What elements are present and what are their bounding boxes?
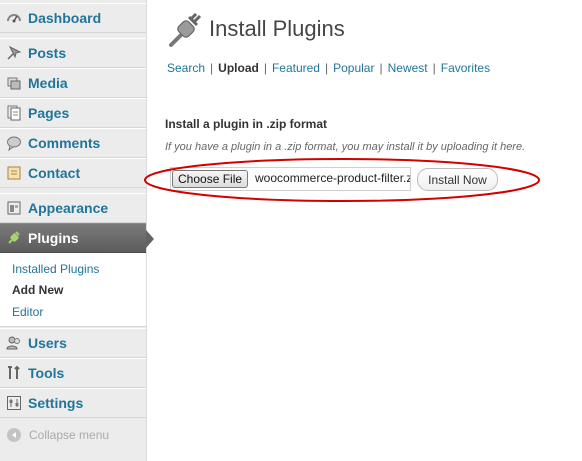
upload-description: If you have a plugin in a .zip format, y…: [165, 141, 526, 153]
menu-item-media[interactable]: Media: [0, 68, 146, 98]
tab-newest[interactable]: Newest: [388, 61, 428, 75]
submenu-installed-plugins[interactable]: Installed Plugins: [12, 262, 99, 276]
menu-item-appearance[interactable]: Appearance: [0, 193, 146, 223]
menu-label-settings: Settings: [28, 395, 84, 411]
upload-heading: Install a plugin in .zip format: [165, 117, 328, 131]
admin-sidebar: Dashboard Posts Media Pages Comments Con…: [0, 0, 154, 461]
users-icon: [6, 335, 22, 351]
collapse-menu-label: Collapse menu: [29, 428, 110, 442]
submenu-editor[interactable]: Editor: [12, 305, 43, 319]
menu-item-posts[interactable]: Posts: [0, 38, 146, 68]
menu-label-comments: Comments: [28, 135, 101, 151]
dashboard-icon: [6, 10, 22, 26]
page-title: Install Plugins: [209, 16, 345, 41]
menu-item-pages[interactable]: Pages: [0, 98, 146, 128]
menu-item-settings[interactable]: Settings: [0, 388, 146, 418]
menu-item-dashboard[interactable]: Dashboard: [0, 3, 146, 33]
menu-label-media: Media: [28, 75, 68, 91]
tab-search[interactable]: Search: [167, 61, 205, 75]
settings-icon: [6, 395, 22, 411]
menu-label-contact: Contact: [28, 165, 81, 181]
submenu-add-new[interactable]: Add New: [12, 283, 63, 297]
menu-label-posts: Posts: [28, 45, 67, 61]
media-icon: [6, 75, 22, 91]
menu-label-dashboard: Dashboard: [28, 10, 102, 26]
menu-label-plugins: Plugins: [28, 230, 79, 246]
comments-icon: [6, 135, 22, 151]
menu-label-appearance: Appearance: [28, 200, 109, 216]
annotation-red-ellipse: [144, 158, 540, 202]
plugin-plug-icon: [167, 12, 203, 49]
menu-label-users: Users: [28, 335, 67, 351]
menu-item-contact[interactable]: Contact: [0, 158, 146, 188]
tab-featured[interactable]: Featured: [272, 61, 320, 75]
appearance-icon: [6, 200, 22, 216]
collapse-menu-button[interactable]: Collapse menu: [0, 423, 146, 447]
collapse-arrow-icon: [7, 428, 21, 442]
menu-label-tools: Tools: [28, 365, 65, 381]
contact-icon: [6, 165, 22, 181]
tab-upload[interactable]: Upload: [218, 61, 259, 75]
plugins-icon: [6, 230, 22, 246]
posts-pin-icon: [6, 45, 22, 61]
plugins-submenu: Installed Plugins Add New Editor: [0, 253, 146, 327]
menu-item-tools[interactable]: Tools: [0, 358, 146, 388]
tools-icon: [6, 365, 22, 381]
tab-popular[interactable]: Popular: [333, 61, 374, 75]
menu-item-plugins[interactable]: Plugins: [0, 223, 154, 253]
pages-icon: [6, 105, 22, 121]
menu-item-users[interactable]: Users: [0, 328, 146, 358]
plugin-install-tabs: Search | Upload | Featured | Popular | Newest | Fa…: [167, 61, 491, 75]
menu-item-comments[interactable]: Comments: [0, 128, 146, 158]
tab-favorites[interactable]: Favorites: [441, 61, 490, 75]
menu-label-pages: Pages: [28, 105, 70, 121]
